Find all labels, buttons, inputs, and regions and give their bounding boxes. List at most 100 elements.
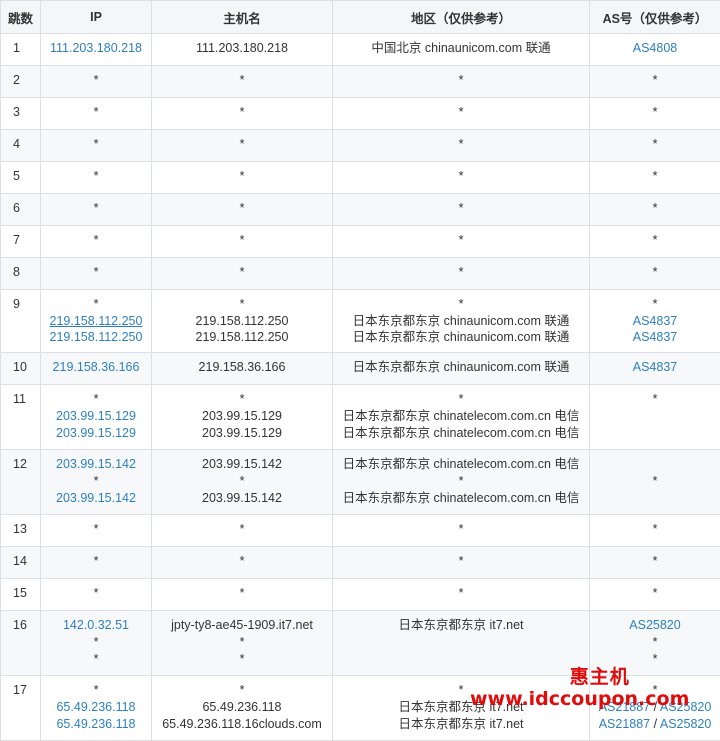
as-line: AS4837 — [592, 329, 718, 346]
ip-link[interactable]: 219.158.36.166 — [43, 359, 149, 376]
hostname-cell: * — [152, 130, 333, 162]
as-cell: * — [590, 258, 720, 290]
ip-cell: 111.203.180.218 — [41, 34, 152, 66]
as-value: * — [653, 683, 658, 697]
as-value: * — [653, 297, 658, 311]
as-link[interactable]: AS4837 — [633, 360, 677, 374]
region-cell: 日本东京都东京 it7.net — [333, 611, 590, 676]
hop-number: 3 — [13, 104, 38, 121]
ip-cell: * — [41, 162, 152, 194]
region-cell: * — [333, 515, 590, 547]
table-row: 3 * * * * — [1, 98, 720, 130]
ip-link[interactable]: 65.49.236.118 — [43, 699, 149, 716]
table-row: 2**** — [1, 66, 720, 98]
table-row: 8**** — [1, 258, 720, 290]
hostname-cell: 111.203.180.218 — [152, 34, 333, 66]
region-value: 日本东京都东京 it7.net — [335, 617, 587, 634]
as-line: AS4837 — [592, 313, 718, 330]
hostname-cell: jpty-ty8-ae45-1909.it7.net** — [152, 611, 333, 676]
hop-number: 11 — [13, 391, 38, 408]
region-value: * — [335, 104, 587, 121]
ip-link[interactable]: 65.49.236.118 — [43, 716, 149, 733]
ip-cell: * — [41, 98, 152, 130]
ip-link[interactable]: 203.99.15.129 — [43, 425, 149, 442]
hop-cell: 10 — [1, 353, 41, 385]
ip-link[interactable]: 219.158.112.250 — [43, 313, 149, 330]
region-cell: *日本东京都东京 chinatelecom.com.cn 电信日本东京都东京 c… — [333, 385, 590, 450]
as-link[interactable]: AS25820 — [660, 700, 711, 714]
hop-number: 12 — [13, 456, 38, 473]
region-value: * — [335, 553, 587, 570]
ip-link[interactable]: 219.158.112.250 — [43, 329, 149, 346]
region-value: 日本东京都东京 chinatelecom.com.cn 电信 — [335, 456, 587, 473]
as-line: * — [592, 104, 718, 121]
as-line: * — [592, 473, 718, 490]
traceroute-table: 跳数 IP 主机名 地区（仅供参考） AS号（仅供参考） 1111.203.18… — [0, 0, 720, 741]
ip-cell: *203.99.15.129203.99.15.129 — [41, 385, 152, 450]
hop-cell: 5 — [1, 162, 41, 194]
hostname-value: 219.158.112.250 — [154, 329, 330, 346]
ip-value: * — [43, 104, 149, 121]
ip-cell: * — [41, 194, 152, 226]
as-cell: * — [590, 547, 720, 579]
region-value: 日本东京都东京 chinatelecom.com.cn 电信 — [335, 490, 587, 507]
hop-number: 10 — [13, 359, 38, 376]
hostname-value: jpty-ty8-ae45-1909.it7.net — [154, 617, 330, 634]
hop-cell: 8 — [1, 258, 41, 290]
col-header-hop: 跳数 — [1, 1, 41, 34]
ip-link[interactable]: 142.0.32.51 — [43, 617, 149, 634]
table-row: 10219.158.36.166219.158.36.166日本东京都东京 ch… — [1, 353, 720, 385]
as-link[interactable]: AS4808 — [633, 41, 677, 55]
as-line: AS21887 / AS25820 — [592, 699, 718, 716]
as-line: * — [592, 391, 718, 408]
ip-cell: 219.158.36.166 — [41, 353, 152, 385]
as-line: * — [592, 651, 718, 668]
ip-link[interactable]: 203.99.15.142 — [43, 490, 149, 507]
as-link[interactable]: AS21887 — [599, 717, 650, 731]
table-header-row: 跳数 IP 主机名 地区（仅供参考） AS号（仅供参考） — [1, 1, 720, 34]
as-cell: AS4808 — [590, 34, 720, 66]
as-value: * — [653, 265, 658, 279]
as-link[interactable]: AS25820 — [660, 717, 711, 731]
table-row: 1111.203.180.218111.203.180.218中国北京 chin… — [1, 34, 720, 66]
as-cell: * — [590, 162, 720, 194]
table-row: 4**** — [1, 130, 720, 162]
hop-number: 14 — [13, 553, 38, 570]
table-row: 17*65.49.236.11865.49.236.118*65.49.236.… — [1, 676, 720, 741]
region-value: 日本东京都东京 chinatelecom.com.cn 电信 — [335, 425, 587, 442]
as-link[interactable]: AS4837 — [633, 330, 677, 344]
as-cell: * — [590, 515, 720, 547]
region-value: 日本东京都东京 chinaunicom.com 联通 — [335, 359, 587, 376]
region-value: 日本东京都东京 chinaunicom.com 联通 — [335, 313, 587, 330]
as-value: * — [653, 201, 658, 215]
hostname-value: * — [154, 585, 330, 602]
as-line — [592, 456, 718, 473]
as-link[interactable]: AS21887 — [599, 700, 650, 714]
hop-cell: 4 — [1, 130, 41, 162]
as-line: AS4837 — [592, 359, 718, 376]
region-value: * — [335, 682, 587, 699]
region-value: 日本东京都东京 chinatelecom.com.cn 电信 — [335, 408, 587, 425]
as-link[interactable]: AS25820 — [629, 618, 680, 632]
region-cell: * — [333, 258, 590, 290]
hostname-cell: * — [152, 66, 333, 98]
ip-link[interactable]: 111.203.180.218 — [43, 40, 149, 57]
as-line: * — [592, 521, 718, 538]
hop-cell: 3 — [1, 98, 41, 130]
ip-value: * — [43, 634, 149, 651]
as-separator: / — [650, 700, 660, 714]
hostname-value: * — [154, 136, 330, 153]
ip-link[interactable]: 203.99.15.129 — [43, 408, 149, 425]
region-value: * — [335, 473, 587, 490]
ip-cell: * — [41, 66, 152, 98]
as-cell: * — [590, 226, 720, 258]
hostname-value: * — [154, 104, 330, 121]
as-link[interactable]: AS4837 — [633, 314, 677, 328]
table-row: 7**** — [1, 226, 720, 258]
ip-cell: * — [41, 226, 152, 258]
ip-value: * — [43, 585, 149, 602]
hostname-value: 203.99.15.129 — [154, 408, 330, 425]
ip-link[interactable]: 203.99.15.142 — [43, 456, 149, 473]
hostname-value: * — [154, 391, 330, 408]
region-value: * — [335, 521, 587, 538]
